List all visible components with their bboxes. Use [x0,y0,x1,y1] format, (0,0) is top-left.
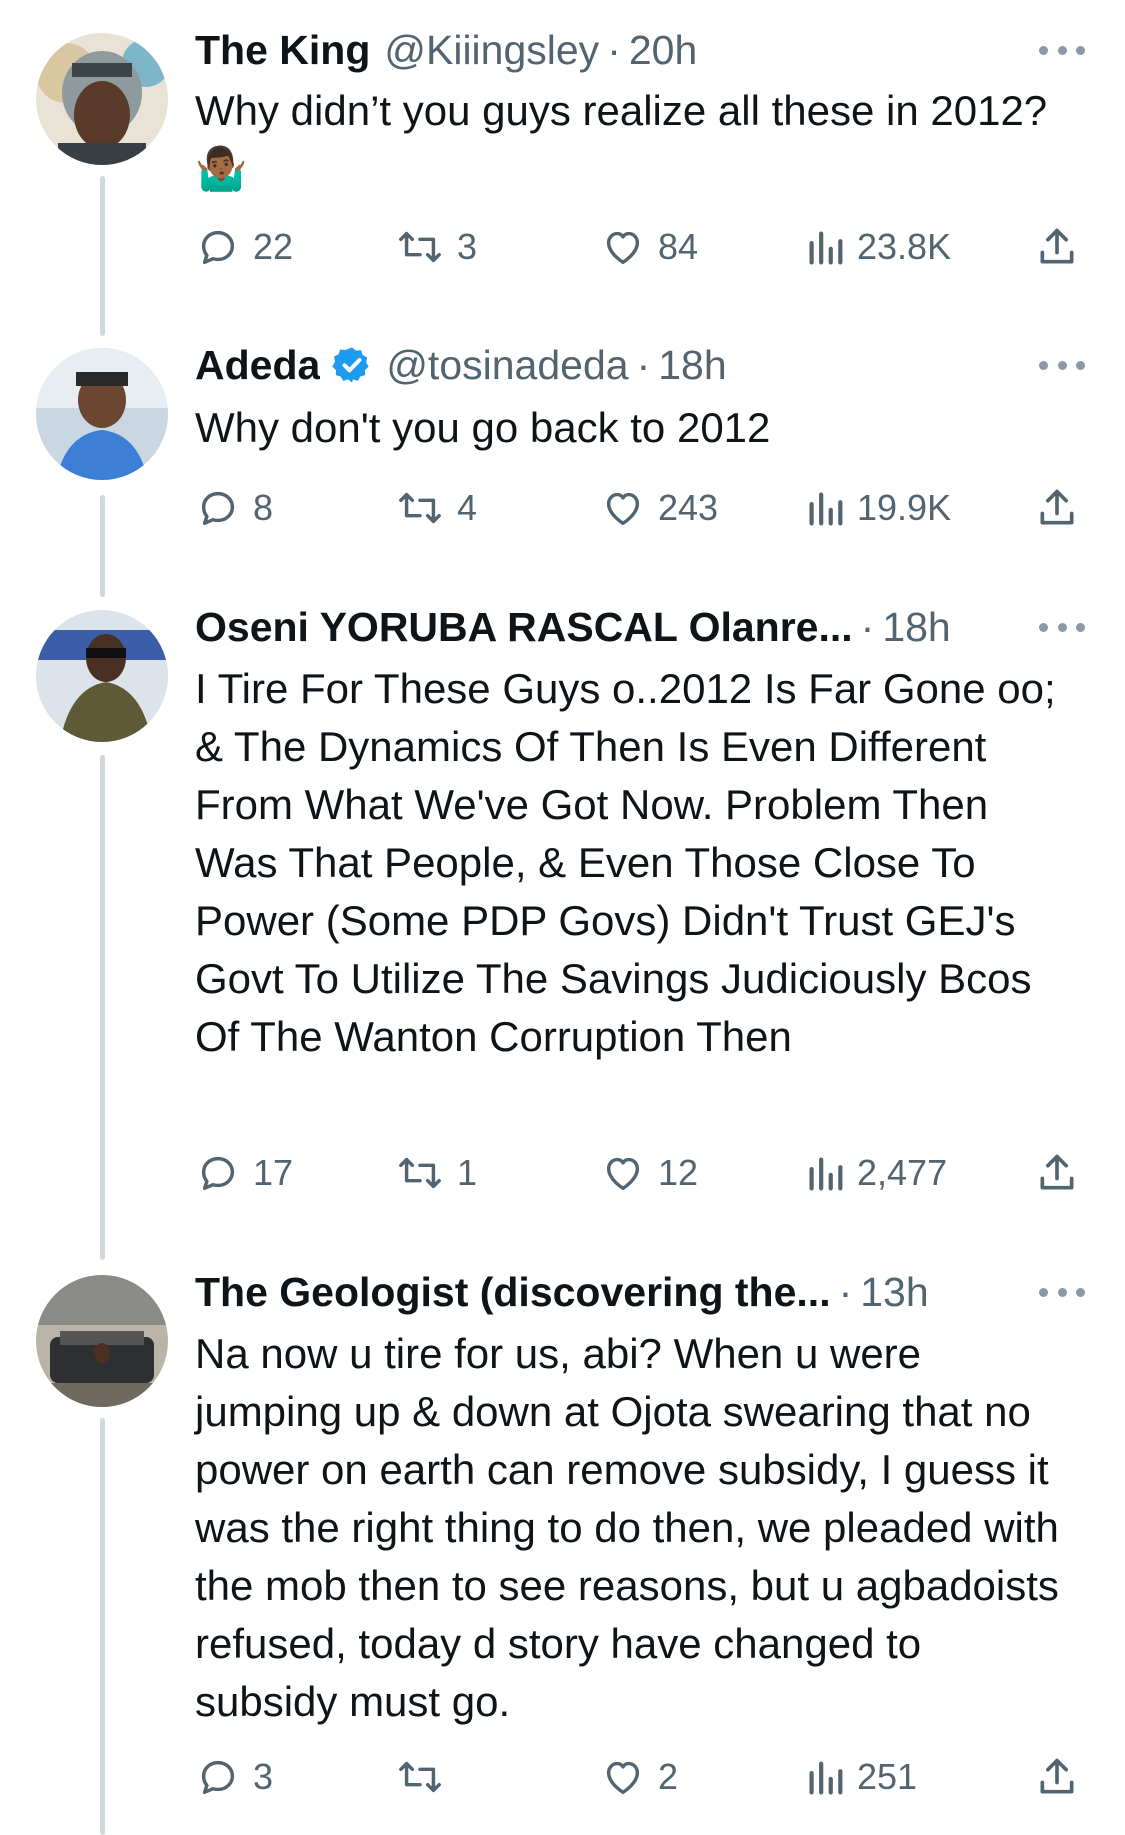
like-icon [606,231,640,265]
retweet-icon [399,492,441,524]
action-bar: 22 3 84 23.8K [195,222,1085,272]
like-icon [606,1157,640,1191]
display-name[interactable]: Oseni YORUBA RASCAL Olanre... [195,604,853,651]
timestamp[interactable]: 18h [658,342,726,389]
views-icon [809,492,843,526]
share-button[interactable] [1035,222,1079,272]
like-icon [606,492,640,526]
reply-icon [201,1760,235,1795]
like-count: 243 [658,487,719,528]
share-icon [1040,1154,1074,1190]
avatar[interactable] [36,33,168,165]
share-button[interactable] [1035,1148,1079,1198]
more-icon[interactable] [1039,340,1085,390]
tweet[interactable]: The Geologist (discovering the... · 13h … [0,1265,1125,1835]
reply-count: 8 [253,487,274,528]
timestamp[interactable]: 18h [882,604,950,651]
separator-dot: · [838,1268,853,1315]
retweet-button[interactable]: 4 [395,483,477,533]
like-count: 12 [658,1152,699,1193]
retweet-count: 1 [457,1152,478,1193]
separator-dot: · [860,603,875,650]
views-count: 251 [857,1756,918,1797]
reply-button[interactable]: 3 [195,1752,273,1802]
timestamp[interactable]: 20h [629,27,697,74]
retweet-button[interactable]: 1 [395,1148,477,1198]
tweet[interactable]: The King @Kiiingsley · 20h Why didn’t yo… [0,0,1125,340]
share-button[interactable] [1035,483,1079,533]
share-icon [1040,1758,1074,1794]
display-name[interactable]: The Geologist (discovering the... [195,1269,831,1316]
reply-icon [201,230,235,265]
handle[interactable]: @tosinadeda [386,342,628,389]
action-bar: 8 4 243 19.9K [195,483,1085,533]
avatar[interactable] [36,610,168,742]
reply-button[interactable]: 17 [195,1148,293,1198]
views-icon [809,1761,843,1795]
tweet-header: The Geologist (discovering the... · 13h [195,1267,1085,1317]
tweet-header: Adeda @tosinadeda · 18h [195,340,1085,390]
action-bar: 3 2 251 [195,1752,1085,1802]
like-button[interactable]: 2 [600,1752,678,1802]
tweet-text: I Tire For These Guys o..2012 Is Far Gon… [195,665,1056,1060]
display-name[interactable]: The King [195,27,370,74]
views-count: 19.9K [857,487,952,528]
reply-count: 3 [253,1756,274,1797]
like-count: 84 [658,226,699,267]
tweet-text: Why don't you go back to 2012 [195,404,771,451]
display-name[interactable]: Adeda [195,342,320,389]
reply-icon [201,1156,235,1191]
views-button[interactable]: 19.9K [805,483,951,533]
like-button[interactable]: 84 [600,222,698,272]
retweet-button[interactable] [395,1752,457,1802]
separator-dot: · [607,26,621,73]
views-count: 2,477 [857,1152,948,1193]
tweet-text: Na now u tire for us, abi? When u were j… [195,1330,1059,1725]
views-count: 23.8K [857,226,952,267]
tweet-header: Oseni YORUBA RASCAL Olanre... · 18h [195,602,1085,652]
retweet-icon [399,1157,441,1189]
share-icon [1040,228,1074,264]
like-icon [606,1761,640,1795]
like-button[interactable]: 12 [600,1148,698,1198]
timestamp[interactable]: 13h [860,1269,928,1316]
like-count: 2 [658,1756,679,1797]
share-icon [1040,489,1074,525]
retweet-button[interactable]: 3 [395,222,477,272]
tweet-text: Why didn’t you guys realize all these in… [195,87,1048,192]
reply-button[interactable]: 22 [195,222,293,272]
handle[interactable]: @Kiiingsley [384,27,599,74]
reply-count: 22 [253,226,294,267]
retweet-icon [399,231,441,263]
action-bar: 17 1 12 2,477 [195,1148,1085,1198]
tweet[interactable]: Adeda @tosinadeda · 18h Why don't you go… [0,340,1125,602]
avatar[interactable] [36,1275,168,1407]
tweet-header: The King @Kiiingsley · 20h [195,25,1085,75]
retweet-icon [399,1761,441,1793]
reply-button[interactable]: 8 [195,483,273,533]
avatar[interactable] [36,348,168,480]
retweet-count: 3 [457,226,478,267]
views-button[interactable]: 23.8K [805,222,951,272]
views-icon [809,231,843,265]
more-icon[interactable] [1039,25,1085,75]
views-button[interactable]: 2,477 [805,1148,947,1198]
tweet[interactable]: Oseni YORUBA RASCAL Olanre... · 18h I Ti… [0,602,1125,1265]
reply-count: 17 [253,1152,294,1193]
reply-icon [201,491,235,526]
separator-dot: · [636,341,651,388]
more-icon[interactable] [1039,602,1085,652]
more-icon[interactable] [1039,1267,1085,1317]
views-button[interactable]: 251 [805,1752,917,1802]
retweet-count: 4 [457,487,478,528]
like-button[interactable]: 243 [600,483,718,533]
views-icon [809,1157,843,1191]
verified-badge-icon [332,347,369,383]
share-button[interactable] [1035,1752,1079,1802]
